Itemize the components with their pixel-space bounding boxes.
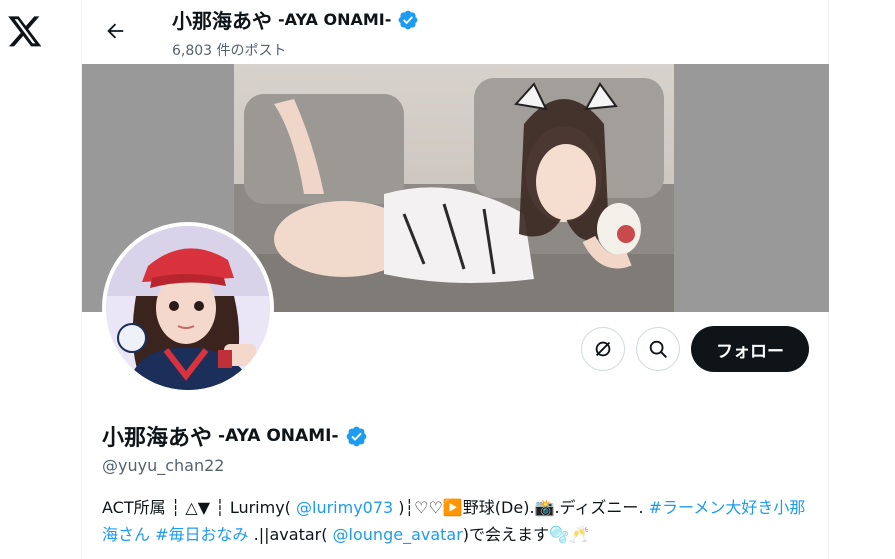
bio-mention-link[interactable]: @lurimy073 (296, 498, 393, 517)
back-button[interactable] (98, 14, 132, 48)
profile-display-name: 小那海あや -AYA ONAMI- (102, 420, 368, 452)
profile-bio: ACT所属 ┆ △▼ ┆ Lurimy( @lurimy073 )┆♡♡▶️野球… (102, 494, 814, 548)
verified-badge-icon (398, 10, 418, 29)
profile-name-suffix: -AYA ONAMI- (218, 426, 339, 446)
x-logo-icon[interactable] (7, 13, 43, 49)
banner-photo (234, 64, 674, 312)
back-arrow-icon (107, 23, 124, 39)
bio-mention-link[interactable]: @lounge_avatar (333, 525, 463, 544)
bio-text: ACT所属 ┆ △▼ ┆ Lurimy( (102, 498, 297, 517)
search-button[interactable] (636, 327, 680, 371)
header-display-name: 小那海あや -AYA ONAMI- (172, 5, 419, 34)
profile-column: 小那海あや -AYA ONAMI- 6,803 件のポスト フォロー 小那海あや… (81, 0, 829, 559)
avatar-photo (106, 226, 270, 390)
more-options-button[interactable] (581, 327, 625, 371)
grok-icon (595, 341, 611, 357)
follow-button[interactable]: フォロー (691, 326, 809, 372)
bio-text: )で会えます🫧🥂 (462, 525, 589, 544)
bio-text: )┆♡♡▶️野球(De).📸.ディズニー. (393, 498, 649, 517)
bio-hashtag-link[interactable]: #毎日おなみ (155, 525, 248, 544)
header-name-suffix: -AYA ONAMI- (278, 10, 392, 29)
profile-avatar[interactable] (102, 222, 274, 394)
bio-text: .||avatar( (248, 525, 333, 544)
header-name-text: 小那海あや (172, 9, 272, 33)
post-count: 6,803 件のポスト (172, 43, 287, 59)
search-icon (649, 340, 667, 358)
verified-badge-icon[interactable] (345, 425, 368, 448)
profile-handle: @yuyu_chan22 (102, 456, 225, 475)
profile-name-text: 小那海あや (102, 426, 213, 451)
